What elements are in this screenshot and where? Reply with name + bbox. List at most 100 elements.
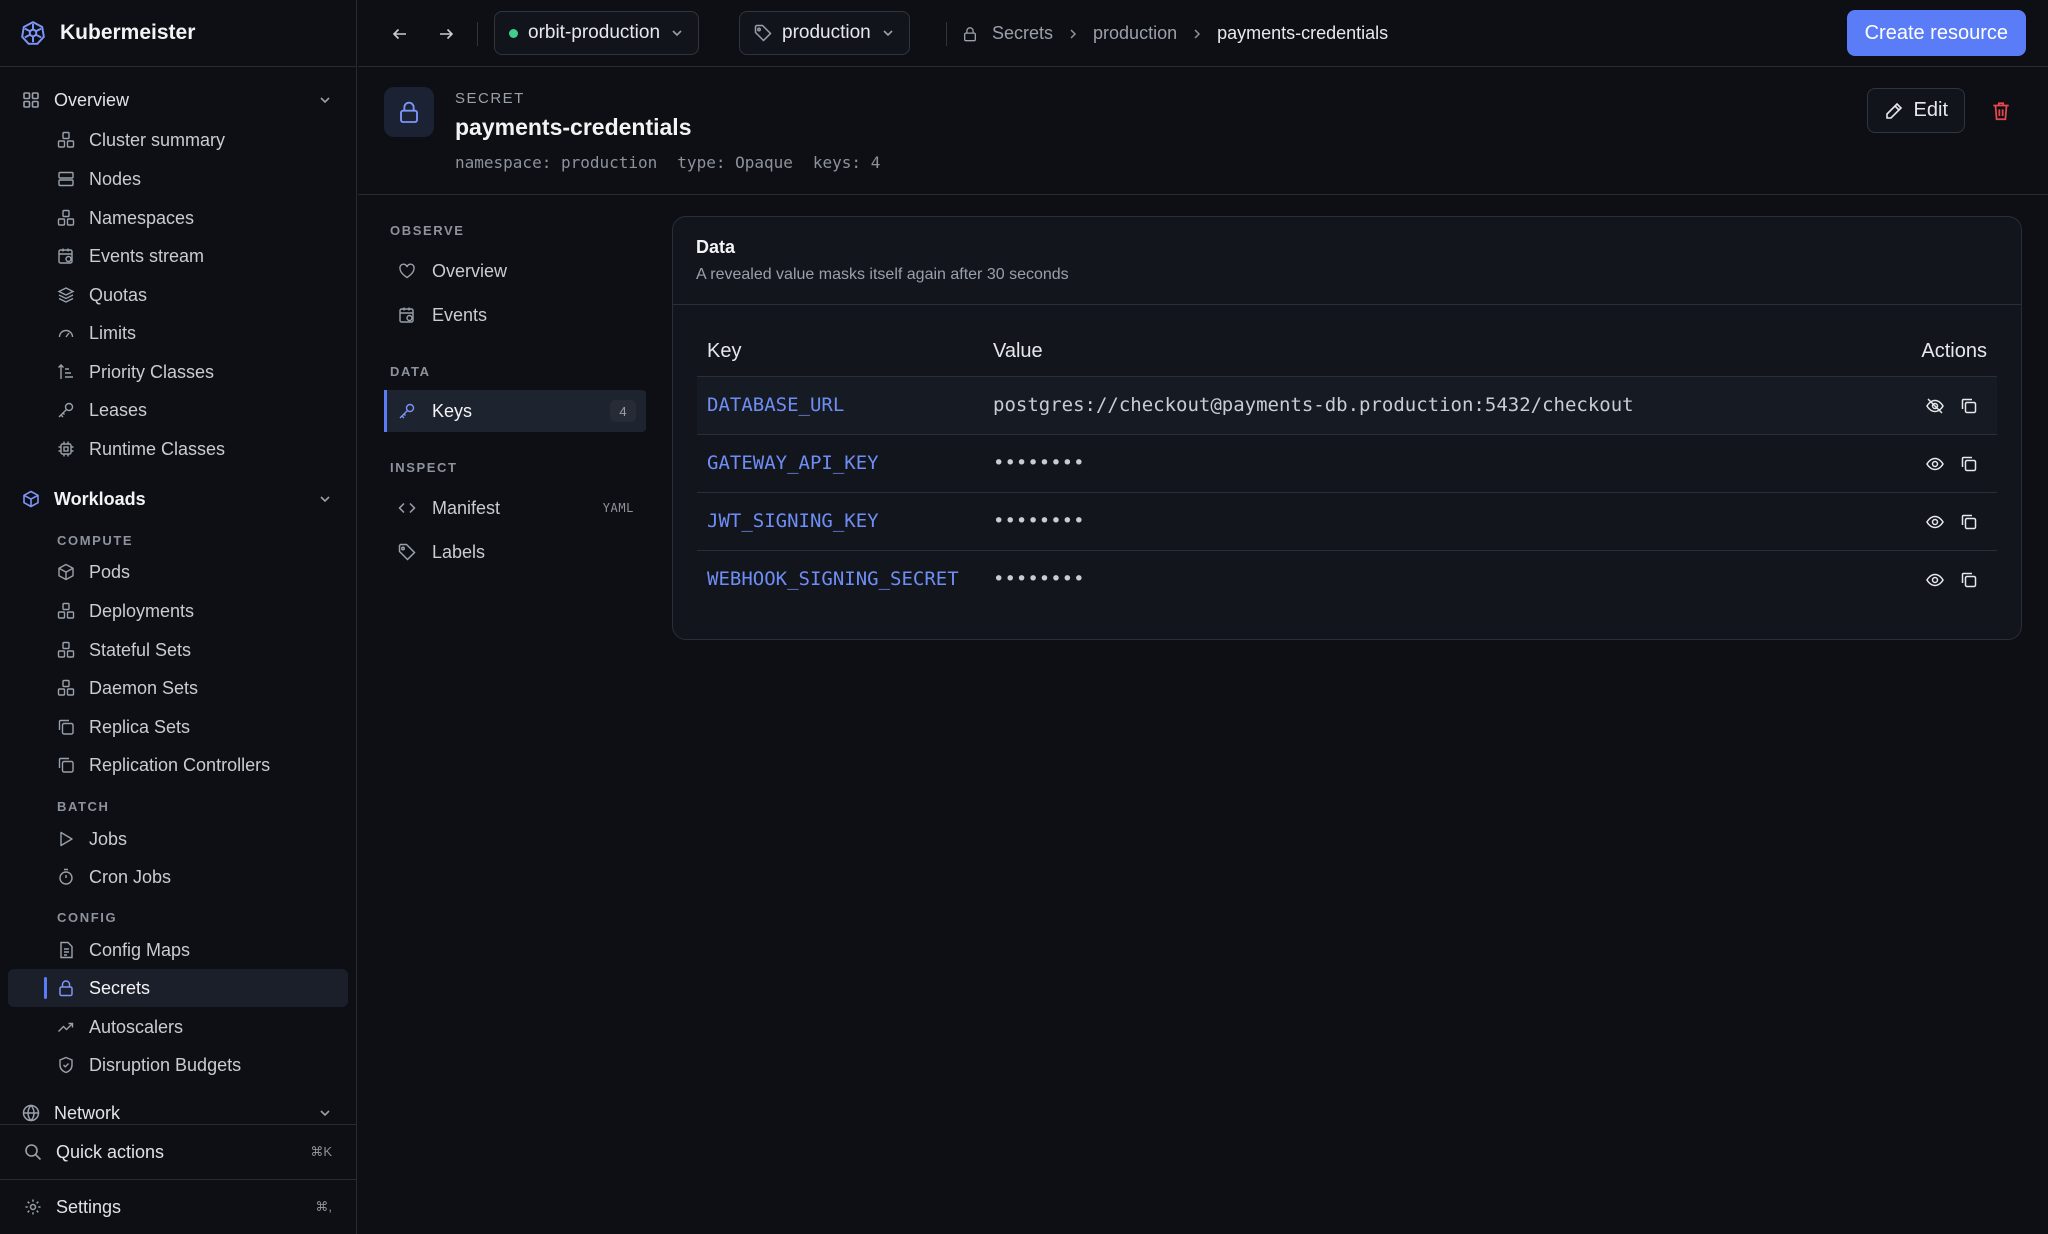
table-row: DATABASE_URL postgres://checkout@payment… [697,377,1997,435]
sidebar-item-jobs[interactable]: Jobs [8,820,348,858]
cluster-selector[interactable]: orbit-production [494,11,700,55]
copy-icon[interactable] [1959,512,1979,532]
subnav-item-overview[interactable]: Overview [384,250,646,292]
sidebar-item-disruption-budgets[interactable]: Disruption Budgets [8,1046,348,1084]
code-icon [398,499,416,517]
secret-value: postgres://checkout@payments-db.producti… [993,394,1634,416]
calendar-clock-icon [398,306,416,324]
eye-off-icon[interactable] [1925,396,1945,416]
copy-icon[interactable] [1959,570,1979,590]
sidebar-item-namespaces[interactable]: Namespaces [8,199,348,237]
sidebar-item-pods[interactable]: Pods [8,553,348,591]
sidebar-item-stateful-sets[interactable]: Stateful Sets [8,631,348,669]
settings-label: Settings [56,1196,122,1217]
sidebar-item-label: Replication Controllers [89,754,271,775]
eye-icon[interactable] [1925,454,1945,474]
chevron-down-icon[interactable] [318,492,332,506]
forward-arrow-icon[interactable] [434,22,458,46]
copy-icon[interactable] [1959,396,1979,416]
calendar-clock-icon [57,247,75,265]
back-arrow-icon[interactable] [388,22,412,46]
sidebar-item-label: Limits [89,322,137,343]
trash-icon[interactable] [1988,98,2014,124]
copy-icon [57,718,75,736]
search-icon [24,1143,42,1161]
lock-icon [962,26,978,42]
brand[interactable]: Kubermeister [0,0,356,67]
table-row: JWT_SIGNING_KEY •••••••• [697,493,1997,551]
nav-subheading-batch: BATCH [57,799,110,814]
sidebar-item-label: Jobs [89,828,128,849]
sidebar-item-replica-sets[interactable]: Replica Sets [8,708,348,746]
app-name: Kubermeister [60,21,196,44]
edit-button[interactable]: Edit [1866,88,1965,133]
sidebar-item-deployments[interactable]: Deployments [8,592,348,630]
subnav-heading-observe: OBSERVE [390,223,465,238]
breadcrumb-namespace[interactable]: production [1093,23,1177,44]
sidebar-item-priority-classes[interactable]: Priority Classes [8,353,348,391]
sidebar-item-quotas[interactable]: Quotas [8,276,348,314]
cluster-icon [57,641,75,659]
card-subtitle: A revealed value masks itself again afte… [696,266,1069,283]
globe-icon [22,1104,40,1122]
lock-icon [397,100,421,124]
eye-icon[interactable] [1925,512,1945,532]
sidebar-item-label: Runtime Classes [89,438,226,459]
keys-count-badge: 4 [610,400,636,422]
breadcrumb-secrets[interactable]: Secrets [992,23,1053,44]
nav-group-label: Network [54,1102,121,1123]
column-header-actions: Actions [1921,340,1987,362]
sidebar-item-replication-controllers[interactable]: Replication Controllers [8,746,348,784]
row-actions [1925,454,1979,474]
create-resource-button[interactable]: Create resource [1846,10,2026,56]
meta-keys: keys: 4 [812,153,881,172]
subnav-label: Events [432,304,488,325]
settings-button[interactable]: Settings ⌘, [0,1179,356,1234]
sidebar-item-label: Quotas [89,284,148,305]
sidebar-item-secrets[interactable]: Secrets [8,969,348,1007]
sidebar-item-config-maps[interactable]: Config Maps [8,931,348,969]
sidebar-item-cron-jobs[interactable]: Cron Jobs [8,858,348,896]
secret-key: GATEWAY_API_KEY [707,452,879,474]
subnav-label: Overview [432,260,508,281]
secret-keys-table: Key Value Actions DATABASE_URL postgres:… [697,325,1997,609]
nav-group-overview[interactable]: Overview [0,82,356,118]
resource-header: SECRET payments-credentials namespace: p… [358,68,2048,195]
quick-actions-button[interactable]: Quick actions ⌘K [0,1124,356,1179]
key-icon [57,401,75,419]
cluster-icon [57,679,75,697]
grid-icon [22,91,40,109]
table-header: Key Value Actions [697,325,1997,377]
chevron-down-icon[interactable] [318,93,332,107]
subnav-item-labels[interactable]: Labels [384,531,646,573]
namespace-name: production [782,22,871,43]
gear-icon [24,1198,42,1216]
chevron-right-icon [1191,28,1203,40]
sidebar-item-leases[interactable]: Leases [8,391,348,429]
secret-key: JWT_SIGNING_KEY [707,510,879,532]
nav-group-workloads[interactable]: Workloads [0,481,356,517]
subnav-item-events[interactable]: Events [384,294,646,336]
chevron-down-icon[interactable] [318,1106,332,1120]
secret-data-card: Data A revealed value masks itself again… [672,216,2022,640]
sidebar-item-autoscalers[interactable]: Autoscalers [8,1008,348,1046]
copy-icon[interactable] [1959,454,1979,474]
column-header-key: Key [707,340,742,362]
gauge-icon [57,324,75,342]
sidebar-item-cluster-summary[interactable]: Cluster summary [8,121,348,159]
subnav-item-keys[interactable]: Keys 4 [384,390,646,432]
sidebar-item-runtime-classes[interactable]: Runtime Classes [8,430,348,468]
subnav-heading-data: DATA [390,364,431,379]
secret-value-masked: •••••••• [993,510,1085,532]
nav-group-network[interactable]: Network [0,1095,356,1124]
pencil-icon [1884,101,1904,121]
subnav-item-manifest[interactable]: Manifest YAML [384,487,646,529]
eye-icon[interactable] [1925,570,1945,590]
sidebar-item-limits[interactable]: Limits [8,314,348,352]
row-actions [1925,570,1979,590]
sidebar-item-label: Autoscalers [89,1016,184,1037]
sidebar-item-events-stream[interactable]: Events stream [8,237,348,275]
namespace-selector[interactable]: production [739,11,910,55]
sidebar-item-nodes[interactable]: Nodes [8,160,348,198]
sidebar-item-daemon-sets[interactable]: Daemon Sets [8,669,348,707]
